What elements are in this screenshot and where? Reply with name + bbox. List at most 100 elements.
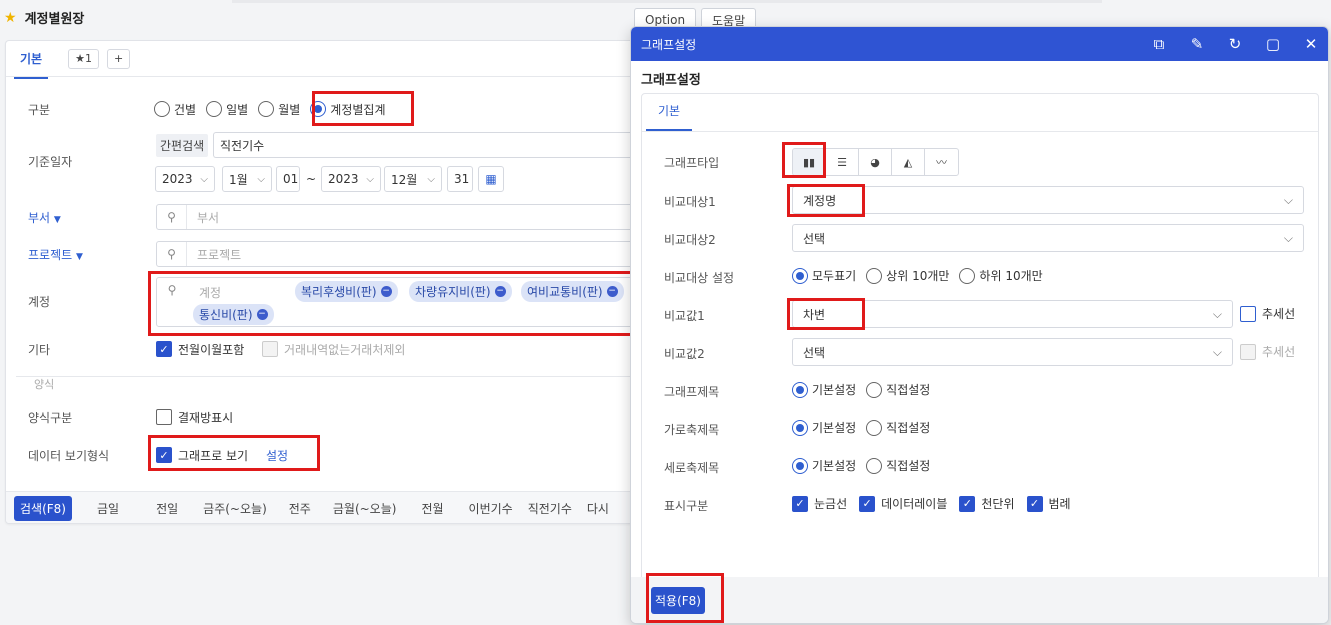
checkbox-approval[interactable]: 결재방표시 (156, 409, 233, 426)
bar-chart-icon[interactable]: ▮▮ (793, 149, 826, 175)
pie-chart-icon[interactable]: ◕ (859, 149, 892, 175)
radio-ilbyeol[interactable]: 일별 (206, 101, 248, 118)
radio-top10[interactable]: 상위 10개만 (866, 267, 949, 284)
account-search[interactable]: ⚲ 계정 복리후생비(판) − 차량유지비(판) − 여비교통비(판) − 통신비(판… (156, 277, 636, 327)
dept-label[interactable]: 부서 ▼ (28, 209, 61, 226)
quick-date-item[interactable]: 금주(~오늘) (203, 500, 267, 517)
radio-circle-selected[interactable] (792, 457, 808, 474)
project-search[interactable]: ⚲ 프로젝트 (156, 241, 636, 267)
account-chip[interactable]: 차량유지비(판) − (409, 281, 512, 302)
checkbox-data-labels[interactable]: ✓ 데이터레이블 (859, 495, 947, 512)
checkbox-checked[interactable]: ✓ (1026, 495, 1043, 512)
checkbox-exclude-no-trade[interactable]: 거래내역없는거래처제외 (262, 341, 405, 358)
add-tab-button[interactable]: + (106, 48, 131, 69)
checkbox-checked[interactable]: ✓ (156, 341, 172, 357)
radio-circle[interactable] (866, 419, 883, 436)
checkbox-checked[interactable]: ✓ (959, 495, 976, 512)
radio-circle[interactable] (866, 457, 883, 474)
from-year-select[interactable]: 2023 ⌵ (155, 166, 215, 192)
checkbox-disabled[interactable] (1240, 343, 1256, 360)
checkbox-unchecked[interactable] (156, 409, 172, 425)
checkbox-carry-forward[interactable]: ✓ 전월이월포함 (156, 341, 244, 358)
calendar-icon[interactable]: ▦ (478, 166, 504, 192)
radio-account-summary[interactable]: 계정별집계 (310, 101, 385, 118)
radio-circle[interactable] (866, 267, 883, 284)
graph-settings-link[interactable]: 설정 (266, 447, 288, 464)
favorite-star-icon[interactable]: ★ (4, 10, 17, 26)
from-day-input[interactable]: 01 (276, 166, 300, 192)
radio-circle-selected[interactable] (792, 267, 808, 284)
to-month-select[interactable]: 12월 ⌵ (384, 166, 442, 192)
quick-date-item[interactable]: 전일 (156, 500, 178, 517)
area-chart-icon[interactable]: ◭ (892, 149, 925, 175)
radio-show-all[interactable]: 모두표기 (792, 267, 856, 284)
tab-favorite-1[interactable]: ★1 (68, 48, 99, 69)
compare2-select[interactable]: 선택 ⌵ (792, 224, 1304, 252)
dept-search[interactable]: ⚲ 부서 (156, 204, 636, 230)
search-button[interactable]: 검색(F8) (14, 496, 72, 521)
radio-wolbyeol[interactable]: 월별 (258, 101, 300, 118)
radio-circle-selected[interactable] (310, 101, 327, 117)
from-month-select[interactable]: 1월 ⌵ (222, 166, 272, 192)
checkbox-thousands[interactable]: ✓ 천단위 (959, 495, 1015, 512)
quick-date-item[interactable]: 금일 (97, 500, 119, 517)
quick-date-item[interactable]: 전월 (421, 500, 443, 517)
radio-circle[interactable] (258, 101, 275, 117)
checkbox-trendline-2[interactable]: 추세선 (1240, 343, 1295, 360)
radio-custom[interactable]: 직접설정 (866, 457, 930, 474)
horizontal-bar-chart-icon[interactable]: ☰ (826, 149, 859, 175)
checkbox-gridlines[interactable]: ✓ 눈금선 (792, 495, 847, 512)
to-day-input[interactable]: 31 (447, 166, 473, 192)
remove-chip-icon[interactable]: − (380, 286, 392, 297)
radio-gunbyeol[interactable]: 건별 (154, 101, 196, 118)
quick-date-item[interactable]: 이번기수 (469, 500, 513, 517)
quick-date-item[interactable]: 금월(~오늘) (333, 500, 397, 517)
radio-default[interactable]: 기본설정 (792, 419, 856, 436)
checkbox-checked[interactable]: ✓ (859, 495, 876, 512)
checkbox-trendline-1[interactable]: 추세선 (1240, 305, 1295, 322)
value2-select[interactable]: 선택 ⌵ (792, 338, 1233, 366)
radio-circle-selected[interactable] (792, 419, 808, 436)
radio-circle-selected[interactable] (792, 381, 808, 398)
search-icon[interactable]: ⚲ (157, 278, 187, 302)
checkbox-unchecked[interactable] (1240, 305, 1256, 322)
quick-date-item[interactable]: 전주 (289, 500, 311, 517)
radio-default[interactable]: 기본설정 (792, 381, 856, 398)
radio-default[interactable]: 기본설정 (792, 457, 856, 474)
value1-select[interactable]: 차변 ⌵ (792, 300, 1233, 328)
radio-circle[interactable] (866, 381, 883, 398)
search-icon[interactable]: ⚲ (157, 242, 187, 266)
radio-circle[interactable] (206, 101, 223, 117)
radio-custom[interactable]: 직접설정 (866, 381, 930, 398)
radio-bottom10[interactable]: 하위 10개만 (959, 267, 1043, 284)
radio-custom[interactable]: 직접설정 (866, 419, 930, 436)
project-label[interactable]: 프로젝트 ▼ (28, 246, 83, 263)
dialog-tab-basic[interactable]: 기본 (646, 102, 693, 131)
account-chip[interactable]: 복리후생비(판) − (295, 281, 398, 302)
quick-date-item[interactable]: 직전기수 (528, 500, 572, 517)
popout-icon[interactable]: ⧉ (1150, 35, 1168, 53)
close-icon[interactable]: ✕ (1302, 35, 1320, 53)
account-chip[interactable]: 여비교통비(판) − (521, 281, 624, 302)
checkbox-legend[interactable]: ✓ 범례 (1026, 495, 1071, 512)
quick-date-item[interactable]: 다시 (587, 500, 609, 517)
account-chip[interactable]: 통신비(판) − (193, 304, 274, 325)
checkbox-graph-view[interactable]: ✓ 그래프로 보기 (156, 447, 248, 464)
remove-chip-icon[interactable]: − (494, 286, 506, 297)
apply-button[interactable]: 적용(F8) (651, 586, 705, 614)
tab-basic[interactable]: 기본 (14, 41, 49, 79)
pin-icon[interactable]: ✎ (1188, 35, 1206, 53)
radio-circle[interactable] (959, 267, 976, 284)
refresh-icon[interactable]: ↻ (1226, 35, 1244, 53)
to-year-select[interactable]: 2023 ⌵ (321, 166, 381, 192)
checkbox-checked[interactable]: ✓ (792, 495, 808, 512)
maximize-icon[interactable]: ▢ (1264, 35, 1282, 53)
quick-search-select[interactable]: 직전기수 (213, 132, 636, 158)
line-chart-icon[interactable]: 〰 (925, 149, 958, 175)
remove-chip-icon[interactable]: − (256, 309, 268, 320)
checkbox-disabled[interactable] (262, 341, 278, 357)
radio-circle[interactable] (154, 101, 170, 117)
remove-chip-icon[interactable]: − (606, 286, 618, 297)
search-icon[interactable]: ⚲ (157, 205, 187, 229)
checkbox-checked[interactable]: ✓ (156, 447, 172, 463)
